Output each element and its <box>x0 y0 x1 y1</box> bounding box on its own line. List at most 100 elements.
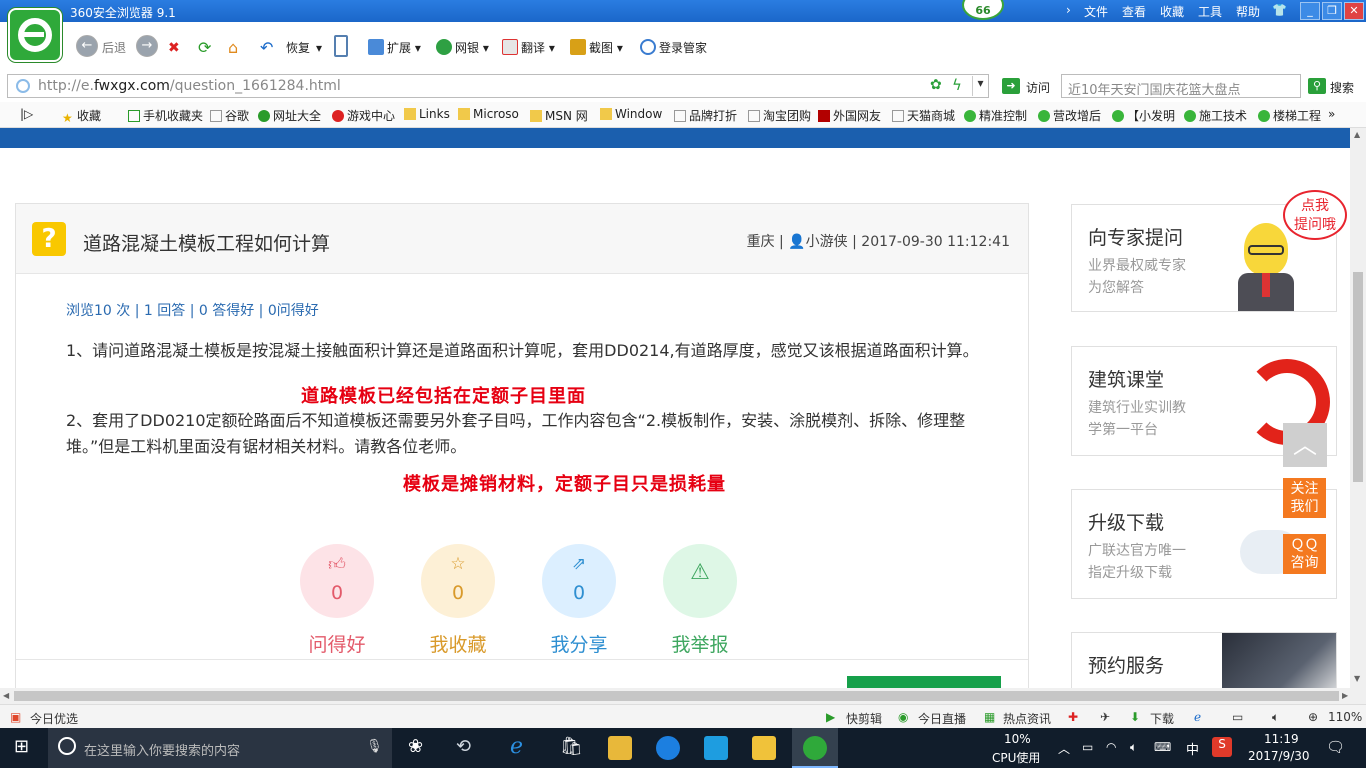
clock-date[interactable]: 2017/9/30 <box>1248 749 1310 763</box>
store-icon[interactable]: 🛍︎ <box>560 736 583 757</box>
ime-indicator[interactable]: 中 <box>1186 739 1199 758</box>
horizontal-scroll-thumb[interactable] <box>14 691 1339 701</box>
app-g-icon[interactable] <box>656 736 680 760</box>
action-share[interactable]: ⇗ 0 我分享 <box>541 544 617 657</box>
menu-file[interactable]: 文件 <box>1084 3 1108 20</box>
close-window-button[interactable]: ✕ <box>1344 2 1364 20</box>
action-label[interactable]: 我分享 <box>541 630 617 657</box>
lightning-icon[interactable]: ϟ <box>952 76 962 94</box>
pin-icon[interactable]: ✈ <box>1100 710 1110 724</box>
scroll-down-icon[interactable]: ▼ <box>1354 674 1360 683</box>
answer-button[interactable] <box>847 676 1001 688</box>
screenshot-button[interactable]: 截图 ▾ <box>570 38 623 58</box>
question-author[interactable]: 小游侠 <box>806 234 848 250</box>
address-bar[interactable]: http://e.fwxgx.com/question_1661284.html… <box>7 74 989 98</box>
vertical-scrollbar[interactable]: ▲ ▼ <box>1350 128 1366 688</box>
menu-help[interactable]: 帮助 <box>1236 3 1260 20</box>
today-pick[interactable]: 今日优选 <box>30 710 78 727</box>
login-manager-button[interactable]: 登录管家 <box>640 38 707 58</box>
scroll-right-icon[interactable]: ▶ <box>1342 691 1348 700</box>
browser-app-icon[interactable]: ⟲ <box>456 736 471 757</box>
maximize-button[interactable]: ❐ <box>1322 2 1342 20</box>
bookmark-foreign[interactable]: 外国网友 <box>818 107 881 124</box>
bookmark-games[interactable]: 游戏中心 <box>332 107 395 124</box>
booking-title[interactable]: 预约服务 <box>1088 651 1164 678</box>
window-icon[interactable]: ▭ <box>1232 710 1243 724</box>
follow-us-button[interactable]: 关注 我们 <box>1283 478 1326 518</box>
action-circle[interactable]: ⚠ <box>663 544 737 618</box>
translate-button[interactable]: 翻译 ▾ <box>502 38 555 58</box>
address-url[interactable]: http://e.fwxgx.com/question_1661284.html <box>38 78 341 94</box>
back-button-label[interactable]: 后退 <box>102 38 126 58</box>
status-quick-clip[interactable]: 快剪辑 <box>846 710 882 727</box>
qq-consult-button[interactable]: ＱＱ 咨询 <box>1283 534 1326 574</box>
sidebar-toggle-icon[interactable]: |▷ <box>20 107 33 121</box>
security-icon[interactable]: ✿ <box>930 77 942 93</box>
bookmark-links[interactable]: Links <box>404 107 450 121</box>
bookmark-invention[interactable]: 【小发明 <box>1112 107 1175 124</box>
search-button[interactable]: 搜索 <box>1330 79 1354 96</box>
speaker-icon[interactable]: 🔈︎ <box>1130 740 1137 755</box>
forward-arrow-icon[interactable]: → <box>136 35 158 57</box>
keyboard-icon[interactable]: ⌨ <box>1154 740 1171 754</box>
360-browser-logo[interactable] <box>8 8 62 62</box>
bookmark-construction[interactable]: 施工技术 <box>1184 107 1247 124</box>
bookmark-google[interactable]: 谷歌 <box>210 107 249 124</box>
search-icon[interactable]: ⚲ <box>1308 78 1326 94</box>
bookmark-precise[interactable]: 精准控制 <box>964 107 1027 124</box>
bookmark-stairs[interactable]: 楼梯工程 <box>1258 107 1321 124</box>
upgrade-title[interactable]: 升级下载 <box>1088 508 1164 535</box>
task-view-icon[interactable]: ❀ <box>408 736 423 757</box>
bookmark-favorites[interactable]: ★ 收藏 <box>62 107 101 125</box>
shirt-skin-icon[interactable]: 👕 <box>1272 3 1287 17</box>
notification-icon[interactable]: 🗨︎ <box>1326 738 1345 756</box>
booking-card[interactable]: 预约服务 <box>1071 632 1337 688</box>
horizontal-scrollbar[interactable]: ◀ ▶ <box>0 688 1366 704</box>
back-arrow-icon[interactable]: ← <box>76 35 98 57</box>
bookmark-mobile[interactable]: 手机收藏夹 <box>128 107 203 124</box>
app-plus-icon[interactable] <box>704 736 728 760</box>
go-arrow-icon[interactable]: ➜ <box>1002 78 1020 94</box>
status-download[interactable]: 下载 <box>1150 710 1174 727</box>
menu-view[interactable]: 查看 <box>1122 3 1146 20</box>
sogou-input-icon[interactable]: S <box>1212 737 1232 757</box>
status-live[interactable]: 今日直播 <box>918 710 966 727</box>
action-circle[interactable]: ☆ 0 <box>421 544 495 618</box>
action-label[interactable]: 问得好 <box>299 630 375 657</box>
address-dropdown-icon[interactable]: ▾ <box>972 76 988 96</box>
action-circle[interactable]: 👍︎ 0 <box>300 544 374 618</box>
action-label[interactable]: 我收藏 <box>420 630 496 657</box>
scroll-up-icon[interactable]: ▲ <box>1354 130 1360 139</box>
extend-button[interactable]: 扩展 ▾ <box>368 38 421 58</box>
bookmark-tmall[interactable]: 天猫商城 <box>892 107 955 124</box>
bookmark-directory[interactable]: 网址大全 <box>258 107 321 124</box>
course-title[interactable]: 建筑课堂 <box>1088 365 1164 392</box>
bookmark-msn[interactable]: MSN 网 <box>530 107 588 124</box>
search-input[interactable]: 近10年天安门国庆花篮大盘点 <box>1061 74 1301 98</box>
home-icon[interactable]: ⌂ <box>228 38 238 58</box>
volume-icon[interactable]: 🔈︎ <box>1272 710 1279 725</box>
more-bookmarks-icon[interactable]: » <box>1328 107 1335 121</box>
ie-icon[interactable]: ℯ <box>1194 710 1201 724</box>
menu-tools[interactable]: 工具 <box>1198 3 1222 20</box>
phone-icon[interactable] <box>334 35 348 57</box>
ask-tip-bubble[interactable]: 点我 提问哦 <box>1283 190 1347 240</box>
notes-app-icon[interactable] <box>752 736 776 760</box>
microphone-icon[interactable]: 🎙︎ <box>366 739 383 754</box>
netbank-button[interactable]: 网银 ▾ <box>436 38 489 58</box>
restore-button[interactable]: 恢复 <box>286 38 310 58</box>
ask-expert-title[interactable]: 向专家提问 <box>1088 223 1183 250</box>
medical-icon[interactable]: ✚ <box>1068 710 1078 724</box>
bookmark-taobao[interactable]: 淘宝团购 <box>748 107 811 124</box>
clock-time[interactable]: 11:19 <box>1264 732 1299 746</box>
bookmark-brand[interactable]: 品牌打折 <box>674 107 737 124</box>
windows-start-icon[interactable]: ⊞ <box>14 736 29 757</box>
menu-favorites[interactable]: 收藏 <box>1160 3 1184 20</box>
minimize-button[interactable]: _ <box>1300 2 1320 20</box>
action-report[interactable]: ⚠ 我举报 <box>662 544 738 657</box>
bookmark-windows[interactable]: Window <box>600 107 662 121</box>
zoom-level[interactable]: 110% <box>1328 710 1362 724</box>
active-browser-task[interactable] <box>792 728 838 768</box>
chevron-up-icon[interactable]: ︿ <box>1058 740 1070 757</box>
action-favorite[interactable]: ☆ 0 我收藏 <box>420 544 496 657</box>
